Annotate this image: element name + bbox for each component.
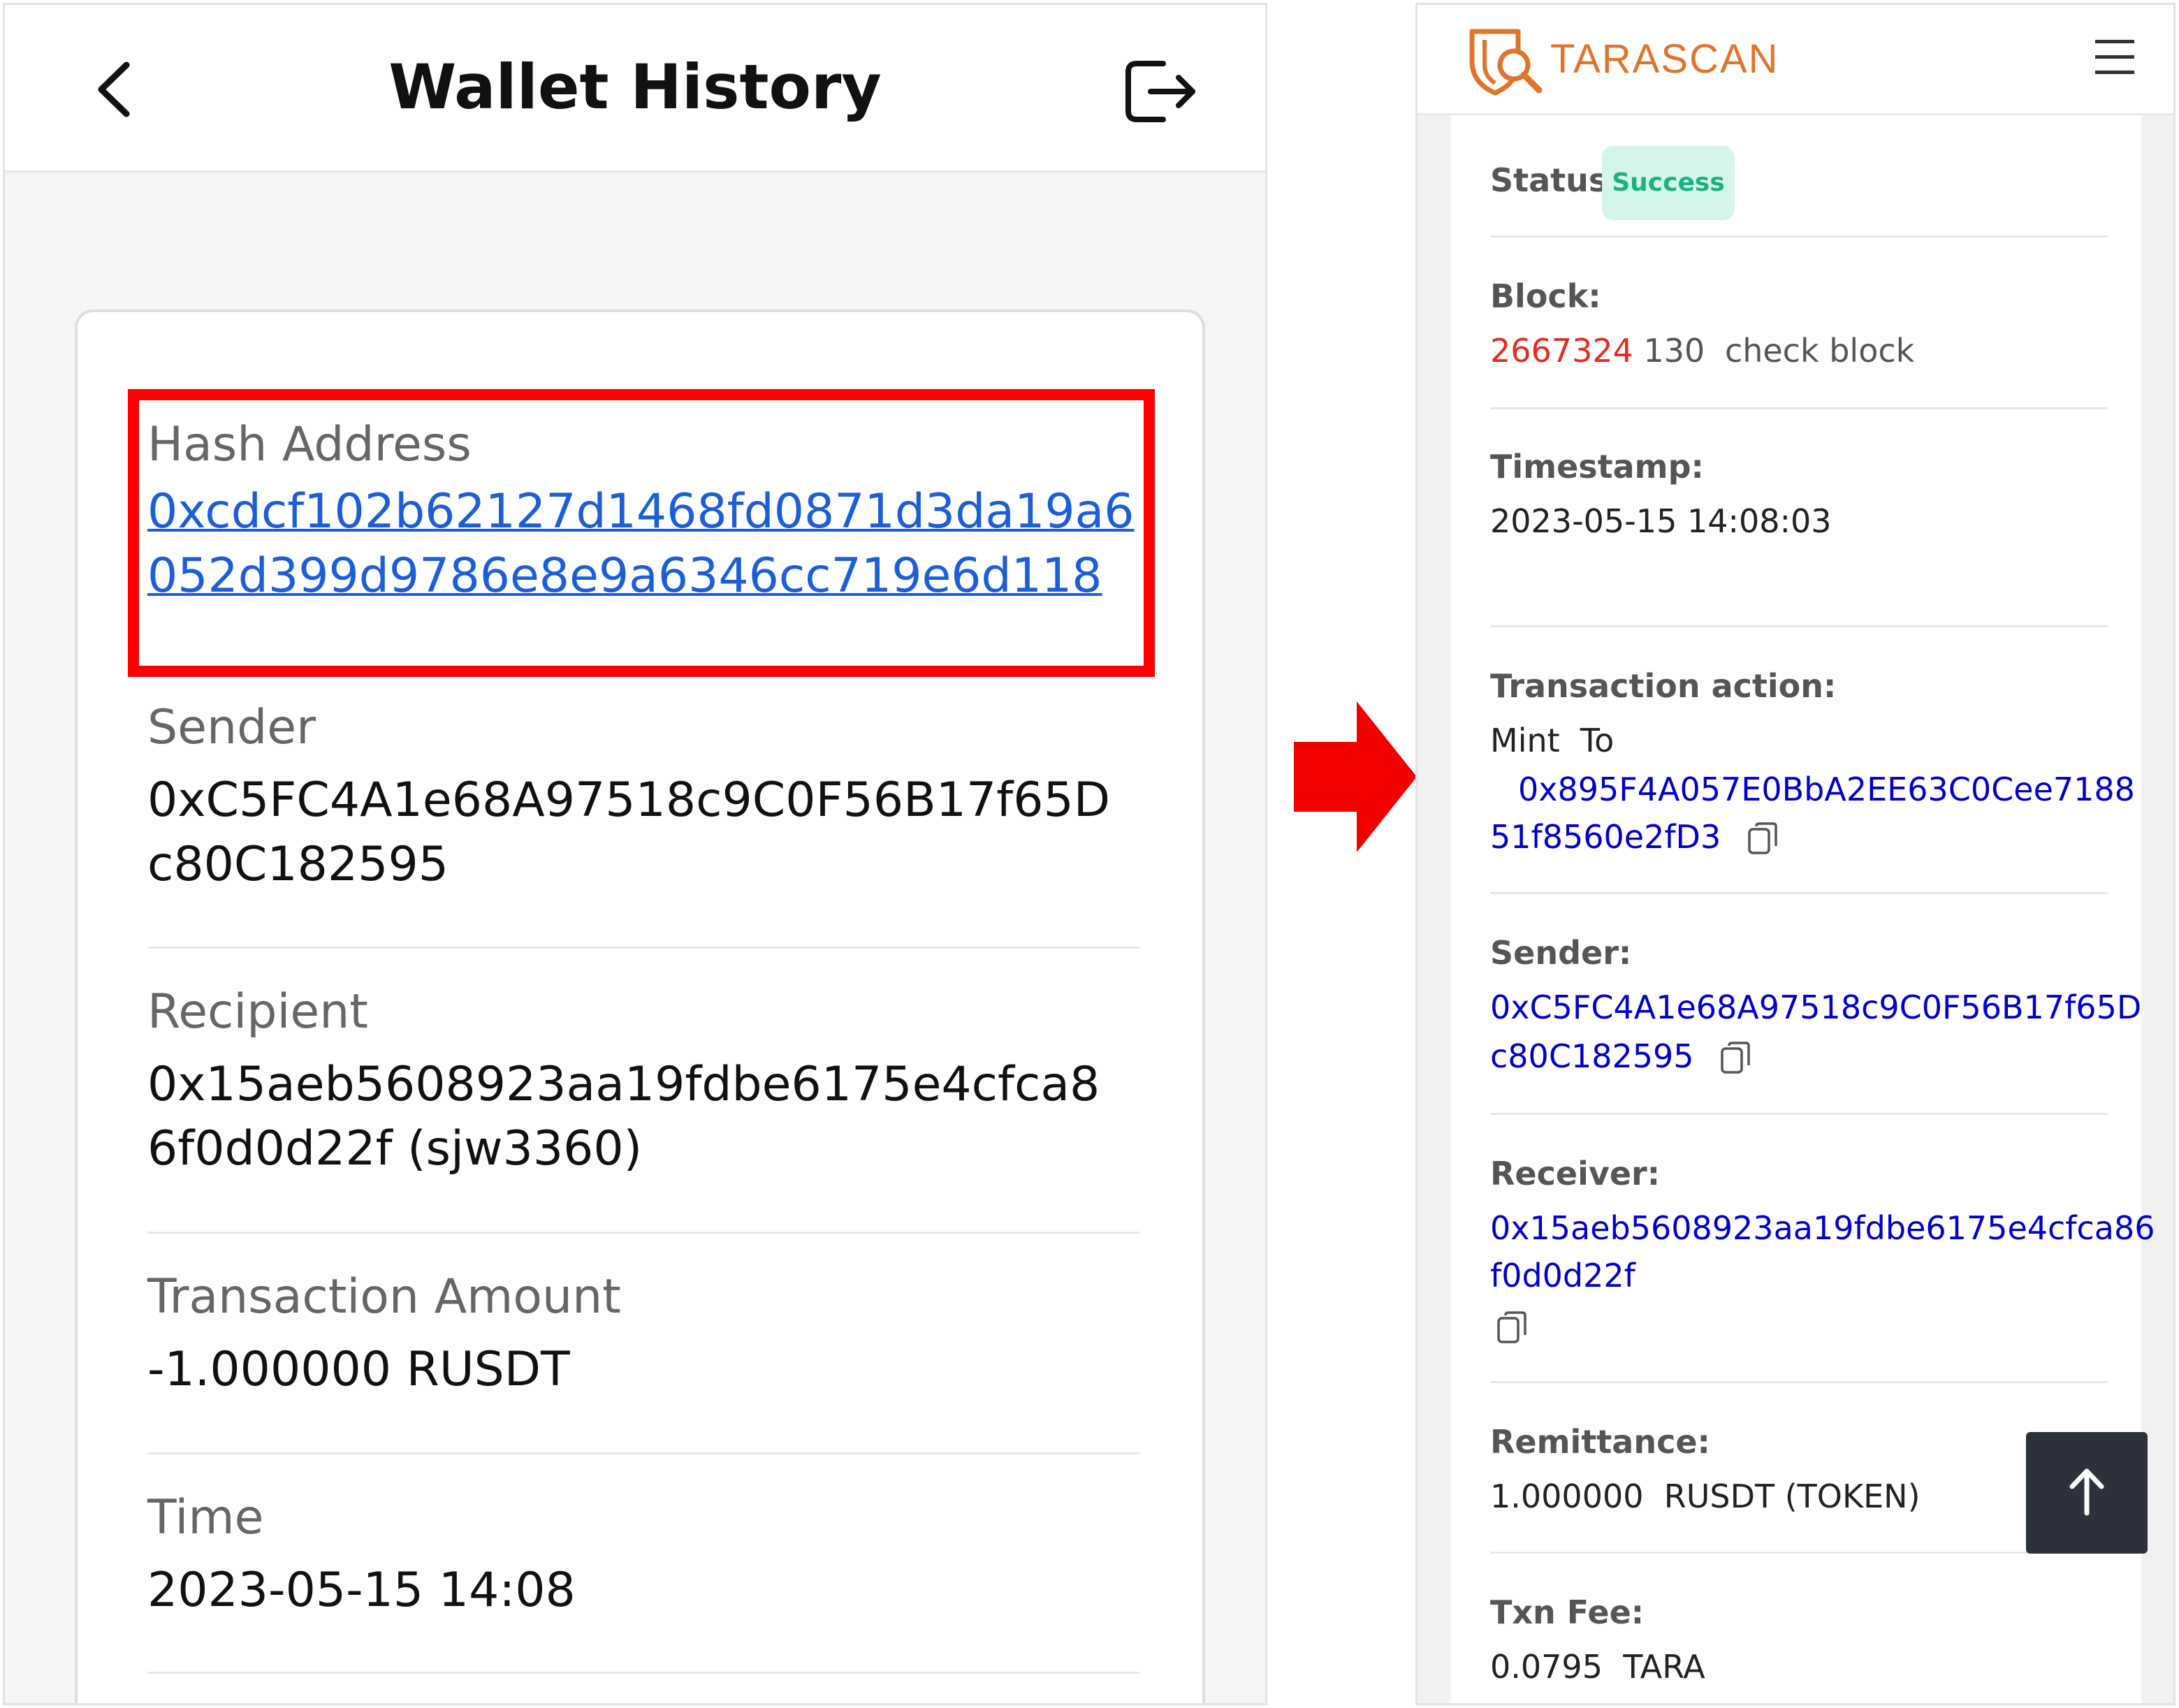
divider — [147, 1232, 1139, 1234]
divider — [1490, 1113, 2108, 1115]
time-label: Time — [147, 1490, 264, 1545]
divider — [1490, 625, 2108, 627]
copy-icon[interactable] — [1496, 1311, 1528, 1346]
sender-label: Sender: — [1490, 934, 1632, 972]
hash-address-label: Hash Address — [147, 417, 472, 472]
divider — [147, 947, 1139, 949]
recipient-line-2: 6f0d0d22f (sjw3360) — [147, 1121, 643, 1176]
recipient-line-1: 0x15aeb5608923aa19fdbe6175e4cfca8 — [147, 1057, 1100, 1112]
mint-to-address-line-1[interactable]: 0x895F4A057E0BbA2EE63C0Cee7188 — [1518, 765, 2135, 814]
hash-address-line-1[interactable]: 0xcdcf102b62127d1468fd0871d3da19a6 — [147, 484, 1135, 539]
receiver-address-line-1[interactable]: 0x15aeb5608923aa19fdbe6175e4cfca86 — [1490, 1204, 2155, 1253]
mint-to-address-line-2[interactable]: 51f8560e2fD3 — [1490, 812, 1779, 861]
transaction-action-verb: Mint To — [1490, 722, 1615, 759]
hash-address-field: Hash Address 0xcdcf102b62127d1468fd0871d… — [147, 417, 1139, 608]
arrow-up-icon — [2069, 1468, 2104, 1516]
arrow-right-icon — [1294, 701, 1417, 852]
txn-fee-value: 0.0795 TARA — [1490, 1648, 1705, 1686]
status-label: Status: — [1490, 161, 1621, 199]
check-block-link[interactable]: check block — [1725, 332, 1914, 370]
logout-button[interactable] — [1123, 58, 1200, 125]
hamburger-menu-icon[interactable] — [2095, 40, 2134, 75]
sender-address-line-1[interactable]: 0xC5FC4A1e68A97518c9C0F56B17f65D — [1490, 983, 2141, 1032]
wallet-history-screen: Wallet History Hash Address 0xcdcf102b62… — [3, 3, 1267, 1705]
receiver-label: Receiver: — [1490, 1155, 1661, 1192]
remittance-value: 1.000000 RUSDT (TOKEN) — [1490, 1477, 1921, 1515]
divider — [1490, 1552, 2108, 1554]
block-label: Block: — [1490, 277, 1601, 315]
scroll-to-top-button[interactable] — [2026, 1432, 2148, 1554]
amount-label: Transaction Amount — [147, 1269, 621, 1324]
sender-line-2: c80C182595 — [147, 837, 449, 892]
divider — [1490, 235, 2108, 238]
hash-address-line-2[interactable]: 052d399d9786e8e9a6346cc719e6d118 — [147, 548, 1102, 604]
hash-address-link[interactable]: 0xcdcf102b62127d1468fd0871d3da19a6 052d3… — [147, 480, 1139, 608]
transaction-action-label: Transaction action: — [1490, 667, 1837, 705]
tarascan-shield-search-icon — [1469, 29, 1543, 96]
divider — [147, 1452, 1139, 1454]
sender-value: 0xC5FC4A1e68A97518c9C0F56B17f65D c80C182… — [147, 768, 1139, 897]
timestamp-value: 2023-05-15 14:08:03 — [1490, 502, 1832, 540]
block-value: 2667324 130 check block — [1490, 326, 1914, 375]
divider — [1490, 1381, 2108, 1383]
amount-value: -1.000000 RUSDT — [147, 1342, 570, 1397]
status-badge: Success — [1602, 146, 1735, 220]
recipient-label: Recipient — [147, 984, 368, 1039]
block-confirmations: 130 — [1643, 332, 1705, 370]
remittance-label: Remittance: — [1490, 1423, 1710, 1461]
receiver-address-line-2[interactable]: f0d0d22f — [1490, 1251, 1635, 1300]
time-field: Time 2023-05-15 14:08 — [147, 1490, 1139, 1623]
page-title: Wallet History — [388, 51, 882, 123]
brand-name[interactable]: TARASCAN — [1550, 36, 1779, 82]
sender-line-1: 0xC5FC4A1e68A97518c9C0F56B17f65D — [147, 773, 1111, 828]
recipient-value: 0x15aeb5608923aa19fdbe6175e4cfca8 6f0d0d… — [147, 1053, 1139, 1181]
block-number[interactable]: 2667324 — [1490, 332, 1633, 370]
sender-label: Sender — [147, 700, 316, 755]
time-value: 2023-05-15 14:08 — [147, 1563, 576, 1618]
sender-field: Sender 0xC5FC4A1e68A97518c9C0F56B17f65D … — [147, 700, 1139, 897]
copy-icon[interactable] — [1747, 822, 1779, 857]
divider — [147, 1672, 1139, 1674]
copy-icon[interactable] — [1719, 1041, 1751, 1076]
sender-address-line-2[interactable]: c80C182595 — [1490, 1032, 1751, 1081]
recipient-field: Recipient 0x15aeb5608923aa19fdbe6175e4cf… — [147, 984, 1139, 1181]
timestamp-label: Timestamp: — [1490, 448, 1704, 486]
txn-fee-label: Txn Fee: — [1490, 1593, 1645, 1631]
divider — [1490, 407, 2108, 409]
amount-field: Transaction Amount -1.000000 RUSDT — [147, 1269, 1139, 1402]
transaction-card: Hash Address 0xcdcf102b62127d1468fd0871d… — [75, 309, 1205, 1703]
app-header: Wallet History — [5, 5, 1265, 173]
logout-icon — [1125, 61, 1195, 122]
explorer-header: TARASCAN — [1418, 5, 2173, 115]
divider — [1490, 892, 2108, 894]
